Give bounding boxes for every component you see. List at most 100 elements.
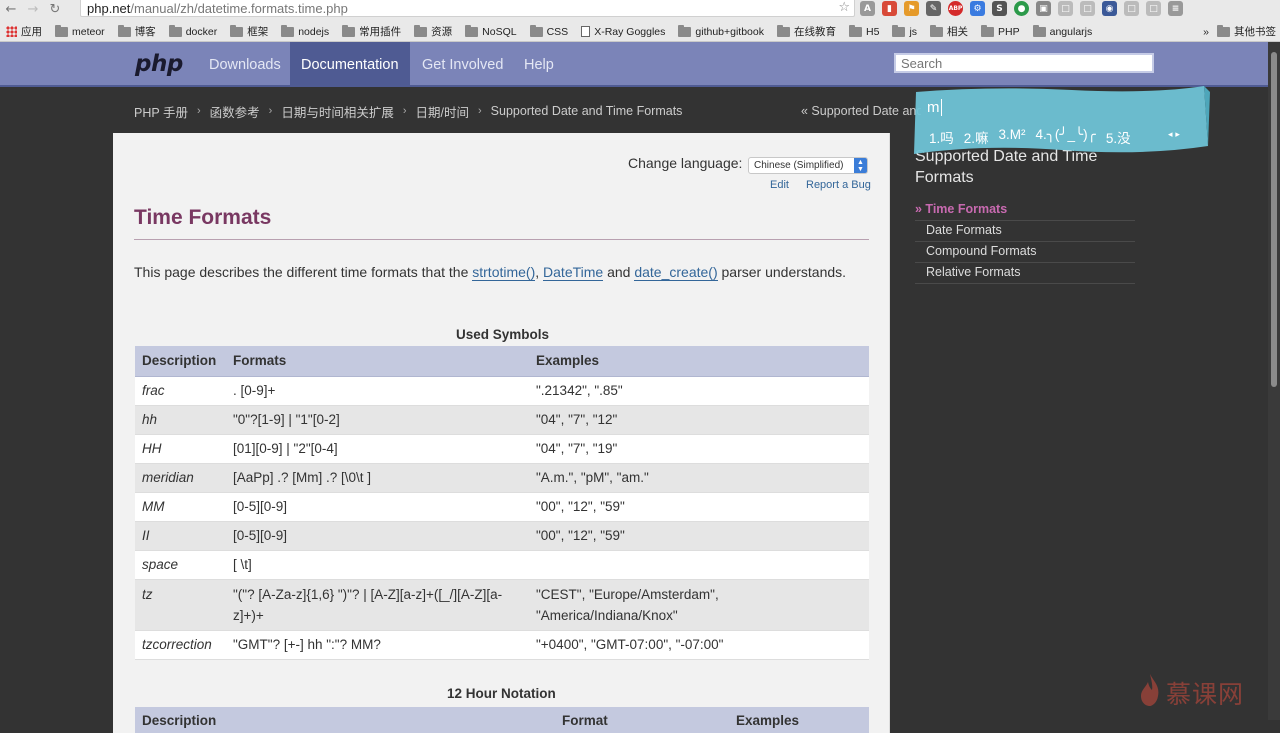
folder-icon: [678, 24, 692, 37]
extension-icon[interactable]: S: [992, 1, 1007, 16]
language-select[interactable]: Chinese (Simplified) ▲ ▼: [748, 157, 868, 174]
sidebar-item-time-formats[interactable]: » Time Formats: [915, 200, 1135, 221]
bookmark-label: 常用插件: [359, 26, 402, 38]
extension-icon[interactable]: ⚑: [904, 1, 919, 16]
bookmark-item[interactable]: nodejs: [281, 24, 329, 38]
bookmark-item[interactable]: angularjs: [1032, 24, 1093, 38]
extension-icon[interactable]: □: [1080, 1, 1095, 16]
strtotime-link[interactable]: strtotime(): [472, 264, 536, 281]
bookmark-label: angularjs: [1049, 25, 1093, 38]
back-button[interactable]: ←: [0, 0, 22, 18]
bookmark-label: 应用: [21, 26, 42, 38]
bookmark-item[interactable]: PHP: [981, 24, 1020, 38]
edit-link[interactable]: Edit: [770, 179, 789, 191]
bookmark-item[interactable]: 常用插件: [342, 24, 401, 39]
bookmark-item[interactable]: H5: [849, 24, 879, 38]
bookmark-item[interactable]: 资源: [414, 24, 452, 39]
extension-icon[interactable]: A: [860, 1, 875, 16]
ime-candidate[interactable]: 1.吗: [929, 127, 954, 147]
table-header-row: Description Format Examples: [135, 707, 869, 733]
address-bar[interactable]: php.net/manual/zh/datetime.formats.time.…: [80, 0, 855, 17]
bookmark-star-icon[interactable]: ☆: [838, 0, 850, 15]
ime-candidate[interactable]: 5.没: [1106, 127, 1131, 147]
ime-candidate[interactable]: 3.M²: [999, 127, 1026, 147]
folder-icon: [414, 24, 428, 37]
extension-icon[interactable]: □: [1124, 1, 1139, 16]
folder-icon: [930, 24, 944, 37]
reload-button[interactable]: ↻: [44, 0, 66, 18]
breadcrumb-item[interactable]: PHP 手册: [134, 102, 188, 121]
notation-table: Description Format Examples: [135, 707, 869, 733]
symbol-format: [01][0-9] | "2"[0-4]: [226, 434, 529, 464]
nav-downloads[interactable]: Downloads: [198, 42, 292, 87]
extension-icon[interactable]: ✎: [926, 1, 941, 16]
bookmark-apps[interactable]: 应用: [6, 24, 42, 39]
symbol-example: "+0400", "GMT-07:00", "-07:00": [529, 630, 869, 660]
ime-page-arrows-icon[interactable]: ◂ ▸: [1168, 130, 1180, 140]
folder-icon: [465, 24, 479, 37]
column-header: Examples: [529, 346, 869, 377]
bookmark-item[interactable]: 框架: [230, 24, 268, 39]
bookmark-item[interactable]: meteor: [55, 24, 105, 38]
browser-chrome: ← → ↻ php.net/manual/zh/datetime.formats…: [0, 0, 1280, 42]
bookmark-item[interactable]: X-Ray Goggles: [581, 26, 665, 38]
other-bookmarks[interactable]: » 其他书签: [1203, 22, 1276, 41]
extension-icon[interactable]: □: [1058, 1, 1073, 16]
nav-help[interactable]: Help: [513, 42, 565, 87]
datetime-link[interactable]: DateTime: [543, 264, 604, 281]
folder-icon: [981, 24, 995, 37]
menu-icon[interactable]: ≡: [1168, 1, 1183, 16]
nav-documentation[interactable]: Documentation: [290, 42, 410, 87]
symbols-table-body: frac. [0-9]+ ".21342", ".85" hh "0"?[1-9] |…: [135, 376, 869, 660]
extension-icon[interactable]: ●: [1014, 1, 1029, 16]
breadcrumb-separator-icon: ›: [268, 105, 273, 117]
ime-candidate[interactable]: 2.嘛: [964, 127, 989, 147]
forward-button[interactable]: →: [22, 0, 44, 18]
symbol-example: "A.m.", "pM", "am.": [529, 463, 869, 493]
column-header: Description: [135, 707, 555, 733]
bookmark-item[interactable]: js: [892, 24, 917, 38]
ime-candidate[interactable]: 4.╮(╯_╰)╭: [1036, 127, 1096, 147]
bookmark-item[interactable]: docker: [168, 24, 217, 38]
folder-icon: [117, 24, 131, 37]
search-input[interactable]: [894, 53, 1154, 73]
breadcrumb-item[interactable]: 日期/时间: [416, 102, 469, 121]
report-bug-link[interactable]: Report a Bug: [806, 179, 871, 191]
adblock-icon[interactable]: ABP: [948, 1, 963, 16]
scrollbar-thumb[interactable]: [1271, 52, 1277, 387]
table-header-row: Description Formats Examples: [135, 346, 869, 377]
symbol-description: II: [135, 521, 226, 551]
more-bookmarks-icon[interactable]: »: [1203, 26, 1209, 38]
date-create-link[interactable]: date_create(): [634, 264, 718, 281]
breadcrumb-separator-icon: ›: [196, 105, 201, 117]
sidebar-item-compound-formats[interactable]: Compound Formats: [915, 242, 1135, 263]
extension-icon[interactable]: ▣: [1036, 1, 1051, 16]
sidebar-item-date-formats[interactable]: Date Formats: [915, 221, 1135, 242]
breadcrumb-item[interactable]: Supported Date and Time Formats: [491, 104, 683, 118]
text-cursor-icon: [940, 99, 942, 116]
intro-paragraph: This page describes the different time f…: [134, 261, 869, 283]
bookmark-item[interactable]: github+gitbook: [678, 24, 764, 38]
breadcrumb-item[interactable]: 日期与时间相关扩展: [281, 102, 394, 121]
bookmark-item[interactable]: CSS: [529, 24, 568, 38]
folder-icon: [1217, 24, 1230, 37]
extension-icon[interactable]: □: [1146, 1, 1161, 16]
bookmark-item[interactable]: NoSQL: [465, 24, 517, 38]
bookmark-item[interactable]: 相关: [930, 24, 968, 39]
symbol-example: "00", "12", "59": [529, 492, 869, 522]
extension-icon[interactable]: ⚙: [970, 1, 985, 16]
nav-get-involved[interactable]: Get Involved: [411, 42, 514, 87]
watermark-logo: 慕课网: [1166, 680, 1245, 709]
bookmark-label: X-Ray Goggles: [594, 25, 666, 38]
symbol-format: "GMT"? [+-] hh ":"? MM?: [226, 630, 529, 660]
bookmark-item[interactable]: 博客: [117, 24, 156, 39]
prev-page-link[interactable]: « Supported Date and Time Formats: [801, 100, 921, 122]
bookmark-label: 相关: [947, 26, 969, 38]
sidebar-item-relative-formats[interactable]: Relative Formats: [915, 263, 1135, 284]
extension-icon[interactable]: ▮: [882, 1, 897, 16]
bookmark-item[interactable]: 在线教育: [777, 24, 836, 39]
symbol-example: [529, 550, 869, 580]
extension-icon[interactable]: ◉: [1102, 1, 1117, 16]
breadcrumb-item[interactable]: 函数参考: [210, 102, 260, 121]
php-logo[interactable]: php: [135, 51, 183, 77]
